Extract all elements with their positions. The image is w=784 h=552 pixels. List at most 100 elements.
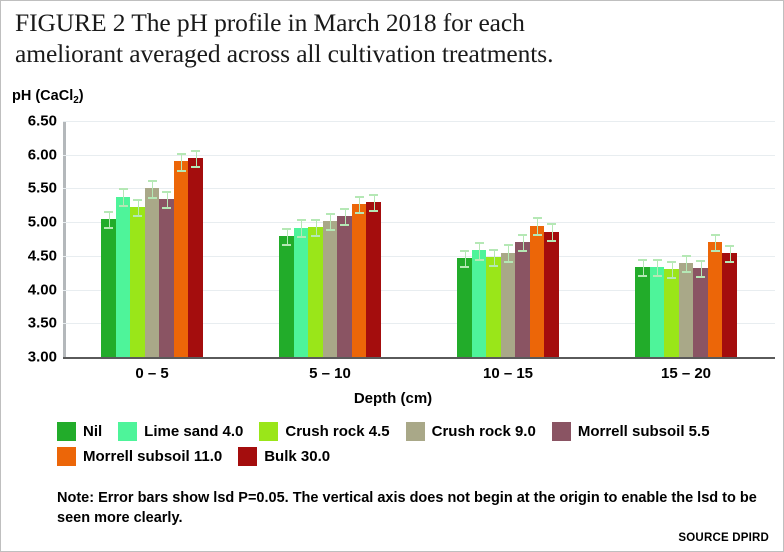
error-bar-cap	[191, 149, 200, 152]
bar-group	[101, 121, 203, 357]
error-bar-cap	[162, 207, 171, 210]
x-axis-tick-label: 15 – 20	[660, 365, 712, 382]
error-bar-cap	[369, 210, 378, 212]
error-bar-cap	[104, 210, 113, 213]
legend-color-swatch	[259, 422, 279, 441]
legend-color-swatch	[57, 447, 76, 466]
bar	[351, 203, 367, 357]
bar	[279, 236, 294, 357]
error-bar	[493, 249, 495, 266]
bar	[188, 158, 203, 357]
bar	[101, 218, 116, 357]
error-bar-cap	[518, 250, 527, 253]
error-bar-cap	[652, 275, 662, 278]
error-bar	[286, 228, 288, 245]
figure-note: Note: Error bars show lsd P=0.05. The ve…	[57, 490, 757, 526]
error-bar	[152, 180, 153, 197]
error-bar	[195, 149, 197, 167]
legend-label: Lime sand 4.0	[144, 423, 244, 440]
error-bar-cap	[325, 212, 335, 215]
bar-group	[457, 121, 559, 357]
bar	[366, 201, 381, 357]
bar	[649, 267, 665, 357]
error-bar	[537, 217, 538, 234]
x-axis-tick-label: 10 – 15	[482, 365, 534, 382]
y-axis-tick-label: 5.50	[27, 179, 57, 197]
error-bar-cap	[460, 265, 469, 268]
y-axis-tick-labels: 3.00 3.50 4.00 4.50 5.00 5.50 6.00 6.50	[1, 113, 57, 366]
error-bar-cap	[354, 212, 364, 215]
bar	[722, 253, 737, 357]
error-bar-cap	[104, 226, 113, 229]
legend-item[interactable]: Nil	[57, 422, 102, 441]
error-bar-cap	[147, 180, 157, 183]
bar	[471, 250, 487, 357]
error-bar	[700, 259, 702, 277]
error-bar-cap	[681, 255, 691, 258]
error-bar-cap	[176, 153, 186, 156]
bar	[544, 231, 559, 357]
legend-color-swatch	[405, 422, 425, 441]
error-bar-cap	[710, 249, 720, 252]
error-bar	[715, 233, 716, 250]
error-bar-cap	[133, 198, 142, 201]
error-bar-cap	[547, 239, 556, 242]
error-bar	[551, 223, 553, 240]
legend-label: Crush rock 4.5	[285, 423, 390, 440]
error-bar	[166, 191, 168, 208]
error-bar-cap	[503, 260, 513, 263]
bar	[664, 269, 679, 357]
error-bar	[181, 153, 182, 170]
legend-item[interactable]: Morrell subsoil 11.0	[57, 447, 222, 466]
legend-item[interactable]: Morrell subsoil 5.5	[551, 422, 710, 441]
bar	[308, 226, 323, 357]
error-bar-cap	[489, 249, 498, 252]
bar	[293, 227, 309, 357]
error-bar	[359, 195, 360, 213]
legend-label: Nil	[83, 423, 103, 440]
bar	[115, 196, 131, 357]
figure-source: SOURCE DPIRD	[678, 532, 769, 544]
bar	[322, 220, 338, 357]
error-bar	[315, 218, 317, 235]
error-bar-cap	[474, 242, 484, 245]
error-bar-cap	[311, 218, 320, 221]
legend-color-swatch	[118, 422, 138, 441]
error-bar-cap	[118, 204, 128, 207]
bar	[144, 188, 160, 357]
x-axis-tick-label: 0 – 5	[135, 365, 169, 382]
error-bar	[373, 193, 375, 210]
error-bar-cap	[696, 259, 705, 262]
error-bar	[671, 261, 673, 278]
legend-item[interactable]: Crush rock 4.5	[259, 422, 390, 441]
bar	[457, 257, 472, 357]
error-bar	[729, 245, 731, 262]
error-bar	[479, 242, 480, 259]
error-bar-cap	[547, 223, 556, 226]
error-bar-cap	[296, 219, 306, 222]
error-bar-cap	[162, 191, 171, 194]
bar-group	[279, 121, 381, 357]
error-bar	[686, 255, 687, 272]
y-axis-tick-label: 6.50	[27, 112, 57, 130]
y-axis-tick-label: 3.00	[27, 348, 57, 366]
error-bar-cap	[696, 276, 705, 279]
error-bar-cap	[282, 228, 291, 231]
legend-item[interactable]: Bulk 30.0	[238, 447, 330, 466]
error-bar-cap	[340, 224, 349, 227]
bar	[159, 199, 174, 357]
y-axis-title: pH (CaCl2)	[12, 88, 84, 106]
bar	[173, 161, 189, 357]
error-bar-cap	[638, 259, 647, 262]
error-bar-cap	[710, 233, 720, 236]
error-bar	[330, 212, 331, 229]
legend-item[interactable]: Lime sand 4.0	[118, 422, 243, 441]
bar	[529, 225, 545, 357]
error-bar-cap	[133, 214, 142, 217]
error-bar-cap	[503, 244, 513, 247]
legend-item[interactable]: Crush rock 9.0	[405, 422, 536, 441]
bar	[693, 268, 708, 357]
figure-title: FIGURE 2 The pH profile in March 2018 fo…	[15, 8, 554, 68]
plot-area	[63, 121, 775, 359]
y-axis-tick-label: 6.00	[27, 146, 57, 164]
